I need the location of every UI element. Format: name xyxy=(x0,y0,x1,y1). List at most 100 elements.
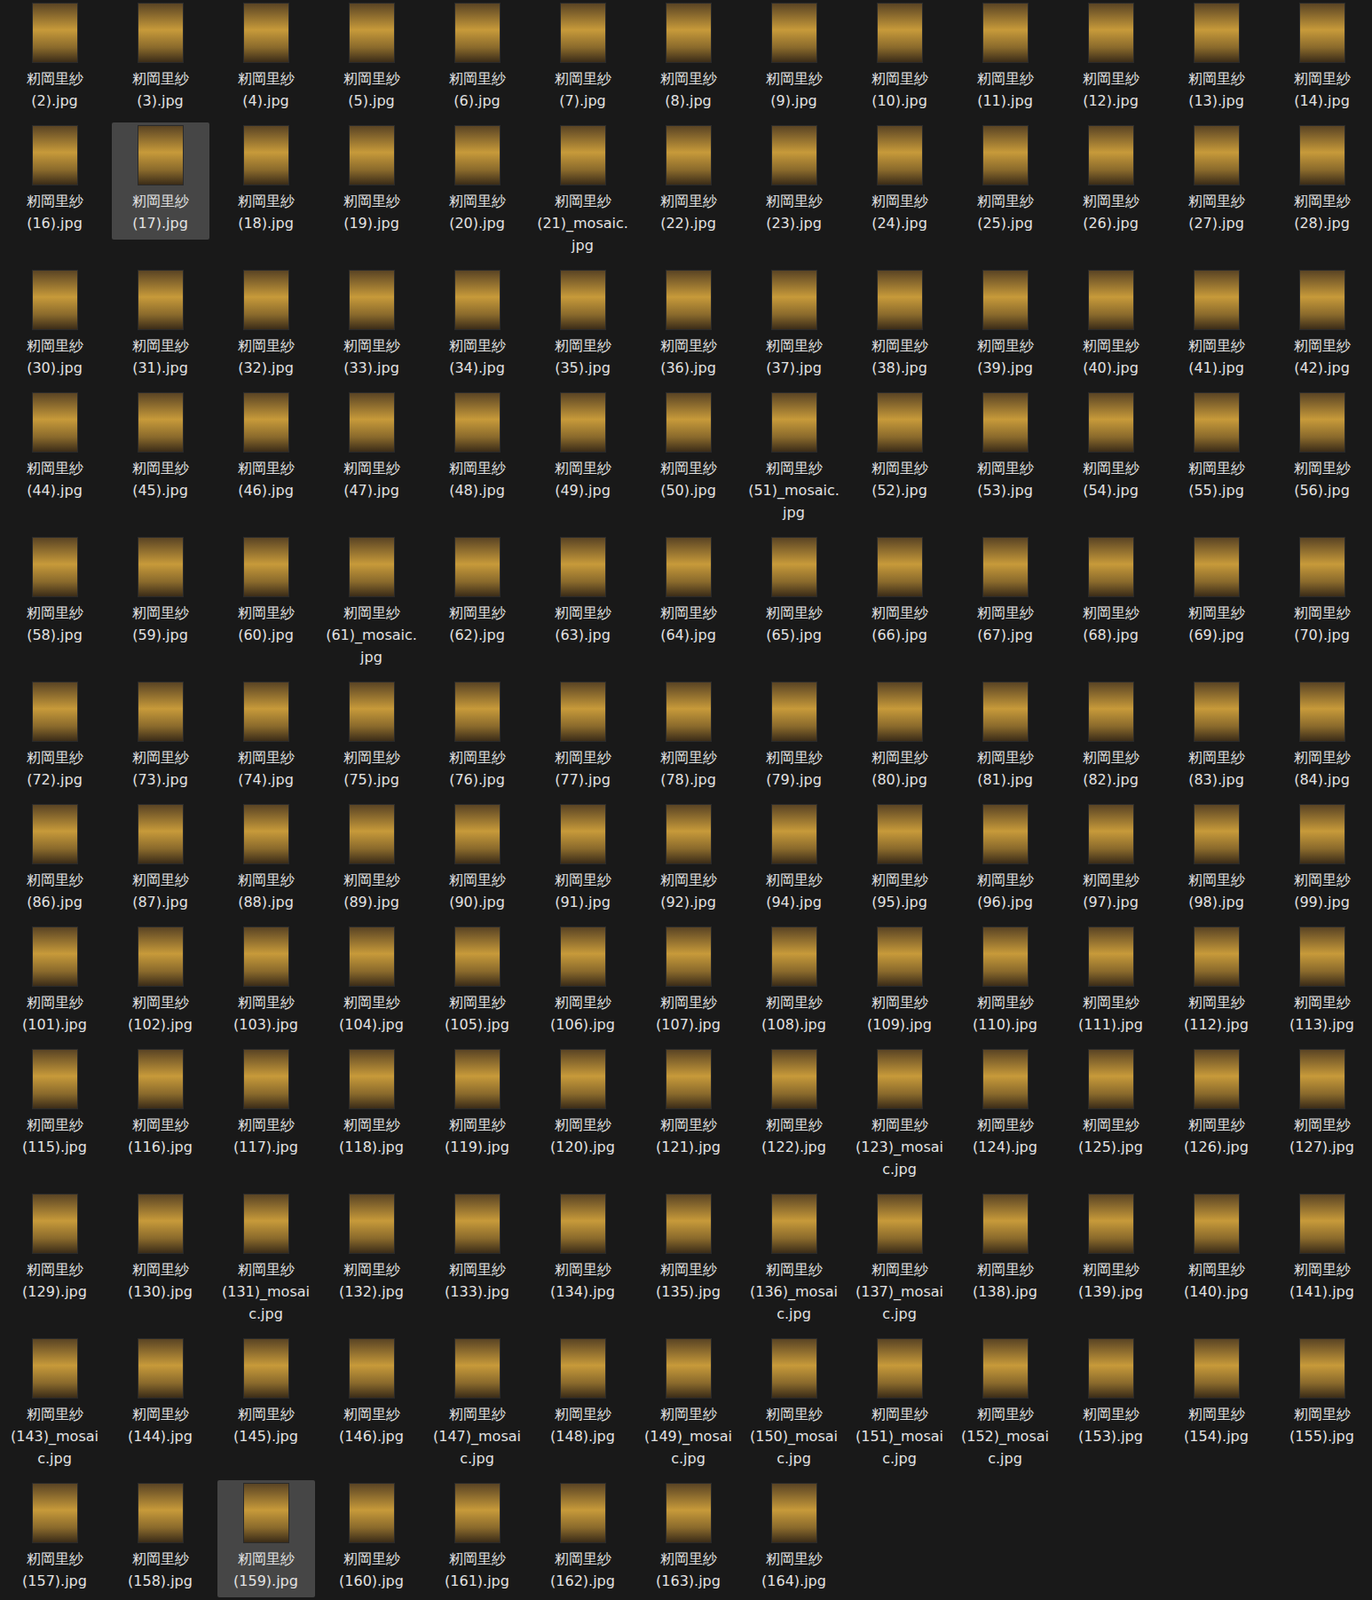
file-item[interactable]: 籾岡里紗 (16).jpg xyxy=(6,122,104,240)
file-item[interactable]: 籾岡里紗 (6).jpg xyxy=(428,0,527,118)
file-item[interactable]: 籾岡里紗 (106).jpg xyxy=(534,923,632,1041)
file-item[interactable]: 籾岡里紗 (154).jpg xyxy=(1167,1335,1266,1453)
file-item[interactable]: 籾岡里紗 (137)_mosaic.jpg xyxy=(851,1190,949,1331)
file-item[interactable]: 籾岡里紗 (89).jpg xyxy=(323,801,421,919)
file-item[interactable]: 籾岡里紗 (113).jpg xyxy=(1273,923,1372,1041)
file-item[interactable]: 籾岡里紗 (25).jpg xyxy=(956,122,1055,240)
file-item[interactable]: 籾岡里紗 (87).jpg xyxy=(111,801,210,919)
file-item[interactable]: 籾岡里紗 (161).jpg xyxy=(428,1480,527,1598)
file-item[interactable]: 籾岡里紗 (159).jpg xyxy=(217,1480,316,1598)
file-item[interactable]: 籾岡里紗 (59).jpg xyxy=(111,534,210,652)
file-item[interactable]: 籾岡里紗 (158).jpg xyxy=(111,1480,210,1598)
file-item[interactable]: 籾岡里紗 (84).jpg xyxy=(1273,678,1372,797)
file-item[interactable]: 籾岡里紗 (110).jpg xyxy=(956,923,1055,1041)
file-item[interactable]: 籾岡里紗 (98).jpg xyxy=(1167,801,1266,919)
file-item[interactable]: 籾岡里紗 (135).jpg xyxy=(639,1190,738,1309)
file-item[interactable]: 籾岡里紗 (23).jpg xyxy=(745,122,844,240)
file-item[interactable]: 籾岡里紗 (151)_mosaic.jpg xyxy=(851,1335,949,1475)
file-item[interactable]: 籾岡里紗 (74).jpg xyxy=(217,678,316,797)
file-item[interactable]: 籾岡里紗 (38).jpg xyxy=(851,267,949,385)
file-item[interactable]: 籾岡里紗 (79).jpg xyxy=(745,678,844,797)
file-item[interactable]: 籾岡里紗 (92).jpg xyxy=(639,801,738,919)
file-item[interactable]: 籾岡里紗 (140).jpg xyxy=(1167,1190,1266,1309)
file-item[interactable]: 籾岡里紗 (126).jpg xyxy=(1167,1046,1266,1164)
file-item[interactable]: 籾岡里紗 (163).jpg xyxy=(639,1480,738,1598)
file-item[interactable]: 籾岡里紗 (83).jpg xyxy=(1167,678,1266,797)
file-item[interactable]: 籾岡里紗 (143)_mosaic.jpg xyxy=(6,1335,104,1475)
file-item[interactable]: 籾岡里紗 (18).jpg xyxy=(217,122,316,240)
file-item[interactable]: 籾岡里紗 (121).jpg xyxy=(639,1046,738,1164)
file-item[interactable]: 籾岡里紗 (86).jpg xyxy=(6,801,104,919)
file-item[interactable]: 籾岡里紗 (72).jpg xyxy=(6,678,104,797)
file-item[interactable]: 籾岡里紗 (5).jpg xyxy=(323,0,421,118)
file-item[interactable]: 籾岡里紗 (65).jpg xyxy=(745,534,844,652)
file-item[interactable]: 籾岡里紗 (13).jpg xyxy=(1167,0,1266,118)
file-item[interactable]: 籾岡里紗 (61)_mosaic.jpg xyxy=(323,534,421,674)
file-item[interactable]: 籾岡里紗 (144).jpg xyxy=(111,1335,210,1453)
file-item[interactable]: 籾岡里紗 (28).jpg xyxy=(1273,122,1372,240)
file-item[interactable]: 籾岡里紗 (160).jpg xyxy=(323,1480,421,1598)
file-item[interactable]: 籾岡里紗 (120).jpg xyxy=(534,1046,632,1164)
file-item[interactable]: 籾岡里紗 (62).jpg xyxy=(428,534,527,652)
file-item[interactable]: 籾岡里紗 (73).jpg xyxy=(111,678,210,797)
file-item[interactable]: 籾岡里紗 (108).jpg xyxy=(745,923,844,1041)
file-item[interactable]: 籾岡里紗 (149)_mosaic.jpg xyxy=(639,1335,738,1475)
file-item[interactable]: 籾岡里紗 (130).jpg xyxy=(111,1190,210,1309)
file-item[interactable]: 籾岡里紗 (27).jpg xyxy=(1167,122,1266,240)
file-item[interactable]: 籾岡里紗 (78).jpg xyxy=(639,678,738,797)
file-item[interactable]: 籾岡里紗 (91).jpg xyxy=(534,801,632,919)
file-item[interactable]: 籾岡里紗 (70).jpg xyxy=(1273,534,1372,652)
file-item[interactable]: 籾岡里紗 (55).jpg xyxy=(1167,389,1266,507)
file-item[interactable]: 籾岡里紗 (66).jpg xyxy=(851,534,949,652)
file-item[interactable]: 籾岡里紗 (4).jpg xyxy=(217,0,316,118)
file-item[interactable]: 籾岡里紗 (90).jpg xyxy=(428,801,527,919)
file-item[interactable]: 籾岡里紗 (2).jpg xyxy=(6,0,104,118)
file-item[interactable]: 籾岡里紗 (123)_mosaic.jpg xyxy=(851,1046,949,1186)
file-item[interactable]: 籾岡里紗 (9).jpg xyxy=(745,0,844,118)
file-item[interactable]: 籾岡里紗 (41).jpg xyxy=(1167,267,1266,385)
file-item[interactable]: 籾岡里紗 (34).jpg xyxy=(428,267,527,385)
file-item[interactable]: 籾岡里紗 (134).jpg xyxy=(534,1190,632,1309)
file-item[interactable]: 籾岡里紗 (35).jpg xyxy=(534,267,632,385)
file-item[interactable]: 籾岡里紗 (94).jpg xyxy=(745,801,844,919)
file-item[interactable]: 籾岡里紗 (127).jpg xyxy=(1273,1046,1372,1164)
file-item[interactable]: 籾岡里紗 (31).jpg xyxy=(111,267,210,385)
file-item[interactable]: 籾岡里紗 (42).jpg xyxy=(1273,267,1372,385)
file-item[interactable]: 籾岡里紗 (133).jpg xyxy=(428,1190,527,1309)
file-item[interactable]: 籾岡里紗 (68).jpg xyxy=(1062,534,1160,652)
file-item[interactable]: 籾岡里紗 (103).jpg xyxy=(217,923,316,1041)
file-item[interactable]: 籾岡里紗 (81).jpg xyxy=(956,678,1055,797)
file-item[interactable]: 籾岡里紗 (129).jpg xyxy=(6,1190,104,1309)
file-item[interactable]: 籾岡里紗 (157).jpg xyxy=(6,1480,104,1598)
file-item[interactable]: 籾岡里紗 (77).jpg xyxy=(534,678,632,797)
file-item[interactable]: 籾岡里紗 (139).jpg xyxy=(1062,1190,1160,1309)
file-item[interactable]: 籾岡里紗 (49).jpg xyxy=(534,389,632,507)
file-item[interactable]: 籾岡里紗 (32).jpg xyxy=(217,267,316,385)
file-item[interactable]: 籾岡里紗 (111).jpg xyxy=(1062,923,1160,1041)
file-item[interactable]: 籾岡里紗 (117).jpg xyxy=(217,1046,316,1164)
file-item[interactable]: 籾岡里紗 (7).jpg xyxy=(534,0,632,118)
file-item[interactable]: 籾岡里紗 (33).jpg xyxy=(323,267,421,385)
file-item[interactable]: 籾岡里紗 (153).jpg xyxy=(1062,1335,1160,1453)
file-item[interactable]: 籾岡里紗 (39).jpg xyxy=(956,267,1055,385)
file-item[interactable]: 籾岡里紗 (115).jpg xyxy=(6,1046,104,1164)
file-item[interactable]: 籾岡里紗 (69).jpg xyxy=(1167,534,1266,652)
file-item[interactable]: 籾岡里紗 (141).jpg xyxy=(1273,1190,1372,1309)
file-item[interactable]: 籾岡里紗 (101).jpg xyxy=(6,923,104,1041)
file-item[interactable]: 籾岡里紗 (75).jpg xyxy=(323,678,421,797)
file-item[interactable]: 籾岡里紗 (118).jpg xyxy=(323,1046,421,1164)
file-item[interactable]: 籾岡里紗 (97).jpg xyxy=(1062,801,1160,919)
file-item[interactable]: 籾岡里紗 (105).jpg xyxy=(428,923,527,1041)
file-item[interactable]: 籾岡里紗 (37).jpg xyxy=(745,267,844,385)
file-item[interactable]: 籾岡里紗 (8).jpg xyxy=(639,0,738,118)
file-item[interactable]: 籾岡里紗 (14).jpg xyxy=(1273,0,1372,118)
file-item[interactable]: 籾岡里紗 (104).jpg xyxy=(323,923,421,1041)
file-item[interactable]: 籾岡里紗 (17).jpg xyxy=(111,122,210,240)
file-item[interactable]: 籾岡里紗 (36).jpg xyxy=(639,267,738,385)
file-item[interactable]: 籾岡里紗 (152)_mosaic.jpg xyxy=(956,1335,1055,1475)
file-item[interactable]: 籾岡里紗 (30).jpg xyxy=(6,267,104,385)
file-item[interactable]: 籾岡里紗 (51)_mosaic.jpg xyxy=(745,389,844,529)
file-item[interactable]: 籾岡里紗 (136)_mosaic.jpg xyxy=(745,1190,844,1331)
file-item[interactable]: 籾岡里紗 (107).jpg xyxy=(639,923,738,1041)
file-item[interactable]: 籾岡里紗 (45).jpg xyxy=(111,389,210,507)
